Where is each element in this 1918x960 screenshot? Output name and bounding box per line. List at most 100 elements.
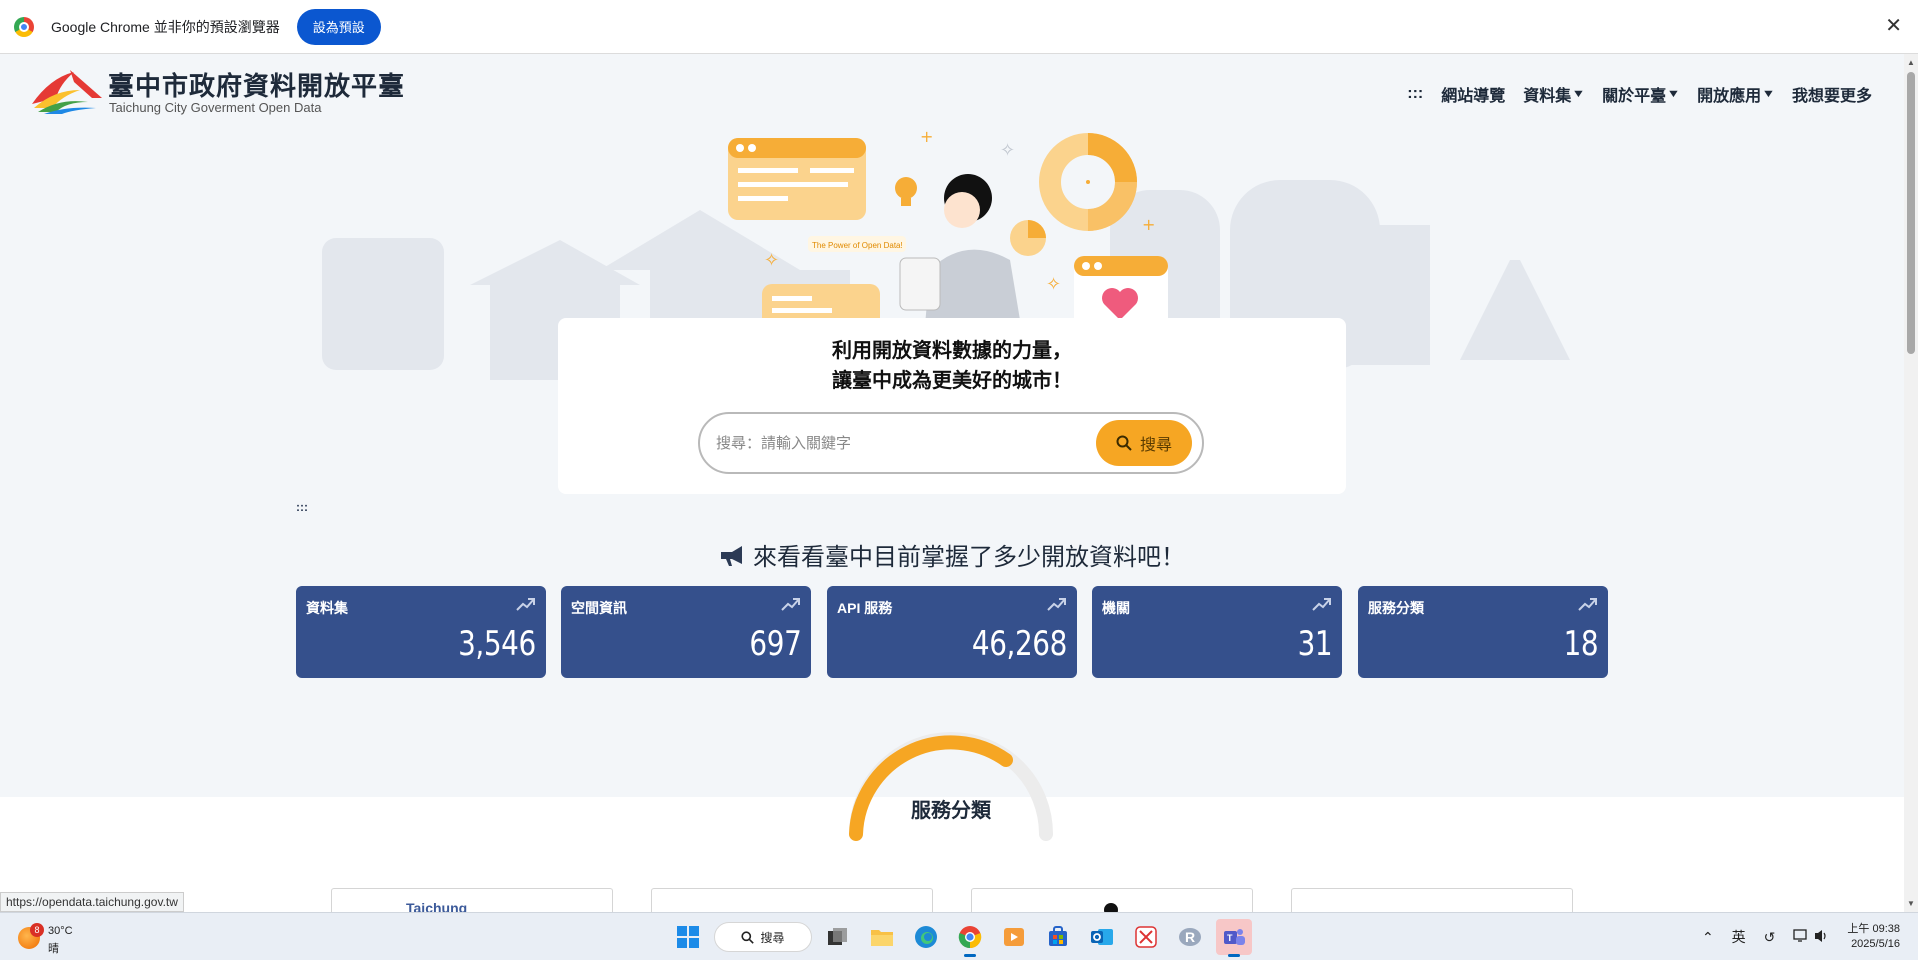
nav-label: 我想要更多 <box>1791 88 1872 105</box>
stat-label: 空間資訊 <box>571 600 627 616</box>
nav-label: 關於平臺 <box>1602 88 1667 105</box>
site-title[interactable]: 臺中市政府資料開放平臺 <box>108 66 405 103</box>
stats-title: 來看看臺中目前掌握了多少開放資料吧！ <box>753 544 1185 571</box>
system-tray: ⌃ 英 ↺ 上午 09:38 2025/5/16 <box>1702 919 1900 955</box>
stat-value: 18 <box>1563 624 1598 664</box>
stat-card-spatial[interactable]: 空間資訊 697 <box>561 586 811 678</box>
nav-label: 網站導覽 <box>1441 88 1506 105</box>
svg-text:✧: ✧ <box>1046 274 1061 295</box>
set-default-button[interactable]: 設為預設 <box>296 8 381 45</box>
edge-browser-icon[interactable] <box>908 919 944 955</box>
default-browser-infobar: Google Chrome 並非你的預設瀏覽器 設為預設 ✕ <box>0 0 1918 54</box>
train-silhouette-icon <box>322 238 444 370</box>
main-nav: ::: 網站導覽 資料集 ▼ 關於平臺 ▼ 開放應用 ▼ 我想要更多 <box>1407 82 1872 106</box>
svg-text:T: T <box>1227 933 1233 943</box>
stat-card-api[interactable]: API 服務 46,268 <box>827 586 1077 678</box>
taskbar-search[interactable]: 搜尋 <box>714 922 812 952</box>
scrollbar-thumb[interactable] <box>1907 72 1915 354</box>
tower-silhouette-icon <box>1460 260 1570 360</box>
clock-time: 上午 09:38 <box>1847 923 1900 935</box>
stat-label: 機關 <box>1102 600 1130 616</box>
svg-text:+: + <box>1142 215 1155 234</box>
scroll-up-arrow-icon[interactable]: ▲ <box>1906 58 1916 67</box>
trending-up-icon <box>1047 598 1066 611</box>
snipping-tool-icon[interactable] <box>1128 919 1164 955</box>
stat-card-agencies[interactable]: 機關 31 <box>1092 586 1342 678</box>
weather-badge: 8 <box>30 923 44 937</box>
chevron-down-icon: ▼ <box>1571 88 1586 100</box>
search-button[interactable]: 搜尋 <box>1096 420 1192 466</box>
windows-start-icon[interactable] <box>670 919 706 955</box>
trending-up-icon <box>1312 598 1331 611</box>
network-volume-icon[interactable] <box>1793 928 1829 947</box>
stat-label: API 服務 <box>837 600 893 616</box>
megaphone-icon <box>721 545 742 566</box>
nav-label: 資料集 <box>1523 88 1572 105</box>
stat-label: 資料集 <box>306 600 348 616</box>
svg-text:R: R <box>1185 929 1195 945</box>
search-icon <box>1116 435 1132 451</box>
store-icon[interactable] <box>1040 919 1076 955</box>
nav-accesskey[interactable]: ::: <box>1407 85 1423 103</box>
trending-up-icon <box>1578 598 1597 611</box>
slogan-line-1: 利用開放資料數據的力量， <box>832 340 1072 362</box>
svg-text:✧: ✧ <box>764 250 779 271</box>
teams-icon[interactable]: T <box>1216 919 1252 957</box>
taskbar-search-label: 搜尋 <box>760 930 785 945</box>
svg-text:+: + <box>920 127 933 146</box>
stats-heading: 來看看臺中目前掌握了多少開放資料吧！ <box>0 537 1904 572</box>
stat-label: 服務分類 <box>1368 600 1424 616</box>
clock-date: 2025/5/16 <box>1851 938 1900 950</box>
scroll-down-arrow-icon[interactable]: ▼ <box>1906 899 1916 908</box>
stat-card-datasets[interactable]: 資料集 3,546 <box>296 586 546 678</box>
search-input[interactable] <box>716 428 1076 458</box>
nav-datasets[interactable]: 資料集 ▼ <box>1523 82 1586 106</box>
infobar-message: Google Chrome 並非你的預設瀏覽器 <box>51 18 280 35</box>
gauge-arc-icon <box>849 732 1053 841</box>
slogan: 利用開放資料數據的力量， 讓臺中成為更美好的城市！ <box>558 336 1346 396</box>
file-explorer-icon[interactable] <box>864 919 900 955</box>
search-button-label: 搜尋 <box>1139 437 1172 454</box>
illustration-caption: The Power of Open Data! <box>812 241 903 250</box>
chevron-down-icon: ▼ <box>1761 88 1776 100</box>
nav-about[interactable]: 關於平臺 ▼ <box>1602 82 1681 106</box>
media-player-icon[interactable] <box>996 919 1032 955</box>
search-box: 搜尋 <box>698 412 1204 474</box>
weather-condition: 晴 <box>48 943 59 955</box>
stat-value: 697 <box>749 624 801 664</box>
weather-temp: 30°C <box>48 925 73 937</box>
task-view-icon[interactable] <box>820 919 856 955</box>
page-scrollbar[interactable]: ▲ ▼ <box>1904 54 1918 912</box>
nav-applications[interactable]: 開放應用 ▼ <box>1697 82 1776 106</box>
search-card: 利用開放資料數據的力量， 讓臺中成為更美好的城市！ 搜尋 <box>558 318 1346 494</box>
stat-value: 3,546 <box>458 624 536 664</box>
chevron-up-icon[interactable]: ⌃ <box>1702 929 1714 946</box>
r-language-icon[interactable]: R <box>1172 919 1208 955</box>
content-accesskey[interactable]: ::: <box>296 500 308 514</box>
taskbar: 8 30°C 晴 搜尋 R T ⌃ 英 ↺ 上午 09:38 2025/5/16 <box>0 912 1918 960</box>
trending-up-icon <box>781 598 800 611</box>
nav-label: 開放應用 <box>1697 88 1762 105</box>
system-clock[interactable]: 上午 09:38 2025/5/16 <box>1847 922 1900 952</box>
taskbar-apps: 搜尋 R T <box>670 919 1252 957</box>
weather-widget[interactable]: 8 30°C 晴 <box>18 923 78 955</box>
stat-card-categories[interactable]: 服務分類 18 <box>1358 586 1608 678</box>
site-subtitle: Taichung City Goverment Open Data <box>109 100 322 115</box>
svg-text:✧: ✧ <box>1000 140 1015 161</box>
stat-value: 46,268 <box>971 624 1068 664</box>
close-icon[interactable]: ✕ <box>1885 15 1902 37</box>
nav-label: ::: <box>1407 85 1424 102</box>
trending-up-icon <box>516 598 535 611</box>
nav-sitemap[interactable]: 網站導覽 <box>1441 82 1505 106</box>
outlook-icon[interactable] <box>1084 919 1120 955</box>
ime-indicator[interactable]: 英 <box>1732 927 1746 947</box>
chrome-taskbar-icon[interactable] <box>952 919 988 957</box>
chrome-logo-icon <box>14 16 34 37</box>
ime-mode-icon[interactable]: ↺ <box>1764 929 1776 946</box>
nav-more[interactable]: 我想要更多 <box>1792 82 1872 106</box>
taichung-logo-icon[interactable] <box>30 68 104 114</box>
categories-title: 服務分類 <box>911 800 991 822</box>
search-icon <box>741 930 755 944</box>
link-status-url: https://opendata.taichung.gov.tw <box>0 892 184 912</box>
stat-value: 31 <box>1297 624 1332 664</box>
